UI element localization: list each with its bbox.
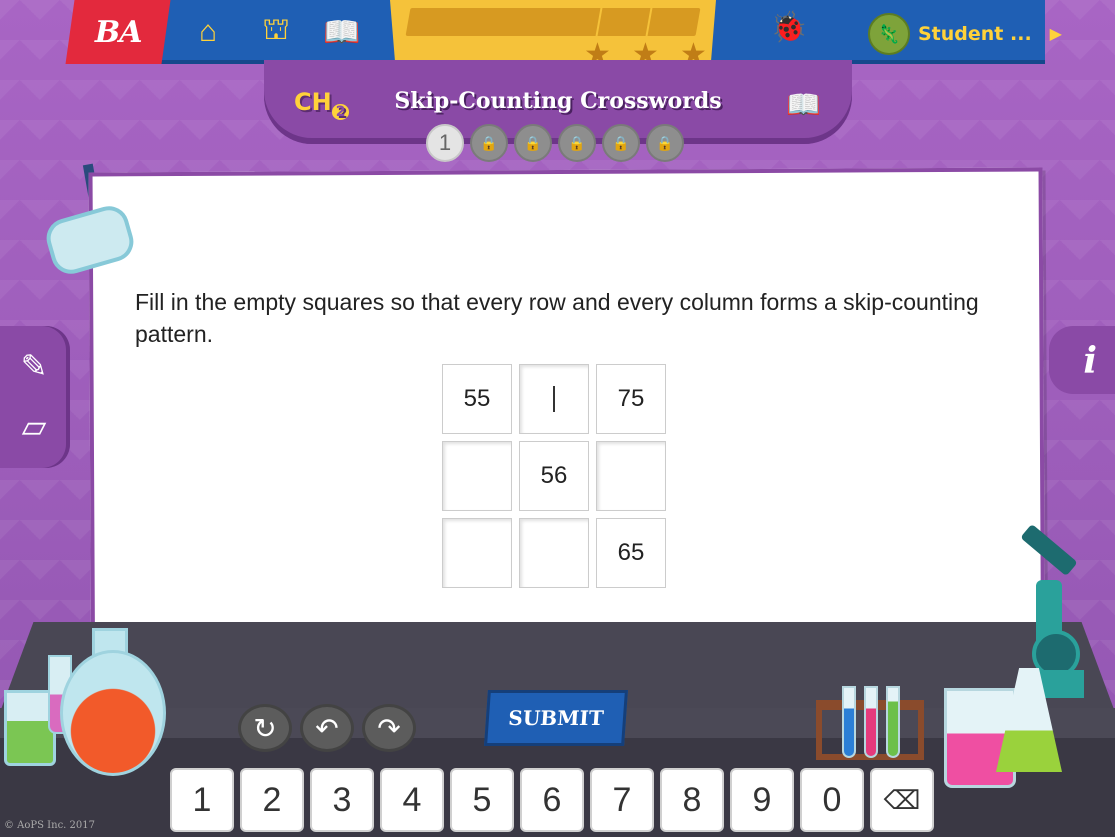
lock-icon: 🔒 bbox=[514, 124, 552, 162]
lesson-title: Skip-Counting Crosswords bbox=[394, 88, 722, 114]
reset-icon: ↻ bbox=[253, 712, 277, 744]
undo-icon: ↶ bbox=[315, 712, 339, 744]
test-tube-decoration bbox=[864, 686, 878, 758]
brand-text: BA bbox=[94, 14, 142, 50]
key-9[interactable]: 9 bbox=[730, 768, 794, 832]
grid-cell: 65 bbox=[596, 518, 666, 588]
key-4[interactable]: 4 bbox=[380, 768, 444, 832]
avatar: 🦎 bbox=[868, 13, 910, 55]
key-0[interactable]: 0 bbox=[800, 768, 864, 832]
backspace-key[interactable]: ⌫ bbox=[870, 768, 934, 832]
book-icon[interactable]: 📖 bbox=[786, 88, 821, 121]
grid-cell: 56 bbox=[519, 441, 589, 511]
info-panel bbox=[1049, 326, 1115, 394]
problem-navigation: 1 🔒 🔒 🔒 🔒 🔒 bbox=[426, 124, 684, 162]
key-2[interactable]: 2 bbox=[240, 768, 304, 832]
library-icon[interactable]: ⛫ bbox=[256, 12, 296, 52]
copyright-text: © AoPS Inc. 2017 bbox=[4, 820, 95, 831]
key-7[interactable]: 7 bbox=[590, 768, 654, 832]
key-5[interactable]: 5 bbox=[450, 768, 514, 832]
problem-dot-current[interactable]: 1 bbox=[426, 124, 464, 162]
redo-button[interactable]: ↷ bbox=[362, 704, 416, 752]
lock-icon: 🔒 bbox=[646, 124, 684, 162]
key-8[interactable]: 8 bbox=[660, 768, 724, 832]
key-3[interactable]: 3 bbox=[310, 768, 374, 832]
lock-icon: 🔒 bbox=[470, 124, 508, 162]
chapter-label[interactable]: CH 2 bbox=[294, 88, 350, 120]
info-icon[interactable]: i bbox=[1083, 340, 1097, 382]
book-icon[interactable]: 📖 bbox=[322, 12, 362, 52]
eraser-icon[interactable]: ▱ bbox=[12, 404, 56, 448]
home-icon[interactable]: ⌂ bbox=[188, 12, 228, 52]
key-1[interactable]: 1 bbox=[170, 768, 234, 832]
grid-cell-input[interactable] bbox=[519, 364, 589, 434]
problem-instructions: Fill in the empty squares so that every … bbox=[135, 289, 979, 347]
pencil-icon[interactable]: ✎ bbox=[12, 344, 56, 388]
backspace-icon: ⌫ bbox=[883, 784, 921, 815]
test-tube-decoration bbox=[842, 686, 856, 758]
test-tube-decoration bbox=[886, 686, 900, 758]
undo-button[interactable]: ↶ bbox=[300, 704, 354, 752]
grid-cell: 55 bbox=[442, 364, 512, 434]
grid-cell-input[interactable] bbox=[442, 518, 512, 588]
student-menu[interactable]: 🦎 Student ... ▶ bbox=[868, 13, 1062, 55]
brand-logo[interactable]: BA bbox=[65, 0, 171, 64]
student-name: Student ... bbox=[918, 23, 1032, 45]
lock-icon: 🔒 bbox=[558, 124, 596, 162]
text-caret bbox=[553, 386, 555, 412]
bug-report-icon[interactable]: 🐞 bbox=[770, 10, 807, 45]
progress-bar bbox=[405, 8, 701, 36]
redo-icon: ↷ bbox=[377, 712, 401, 744]
grid-cell-input[interactable] bbox=[596, 441, 666, 511]
reset-button[interactable]: ↻ bbox=[238, 704, 292, 752]
submit-button[interactable]: SUBMIT bbox=[484, 690, 628, 746]
number-keypad: 1 2 3 4 5 6 7 8 9 0 ⌫ bbox=[170, 768, 934, 832]
grid-cell-input[interactable] bbox=[519, 518, 589, 588]
chevron-right-icon: ▶ bbox=[1049, 26, 1062, 43]
grid-cell: 75 bbox=[596, 364, 666, 434]
lock-icon: 🔒 bbox=[602, 124, 640, 162]
grid-cell-input[interactable] bbox=[442, 441, 512, 511]
key-6[interactable]: 6 bbox=[520, 768, 584, 832]
round-flask-decoration bbox=[60, 650, 166, 776]
